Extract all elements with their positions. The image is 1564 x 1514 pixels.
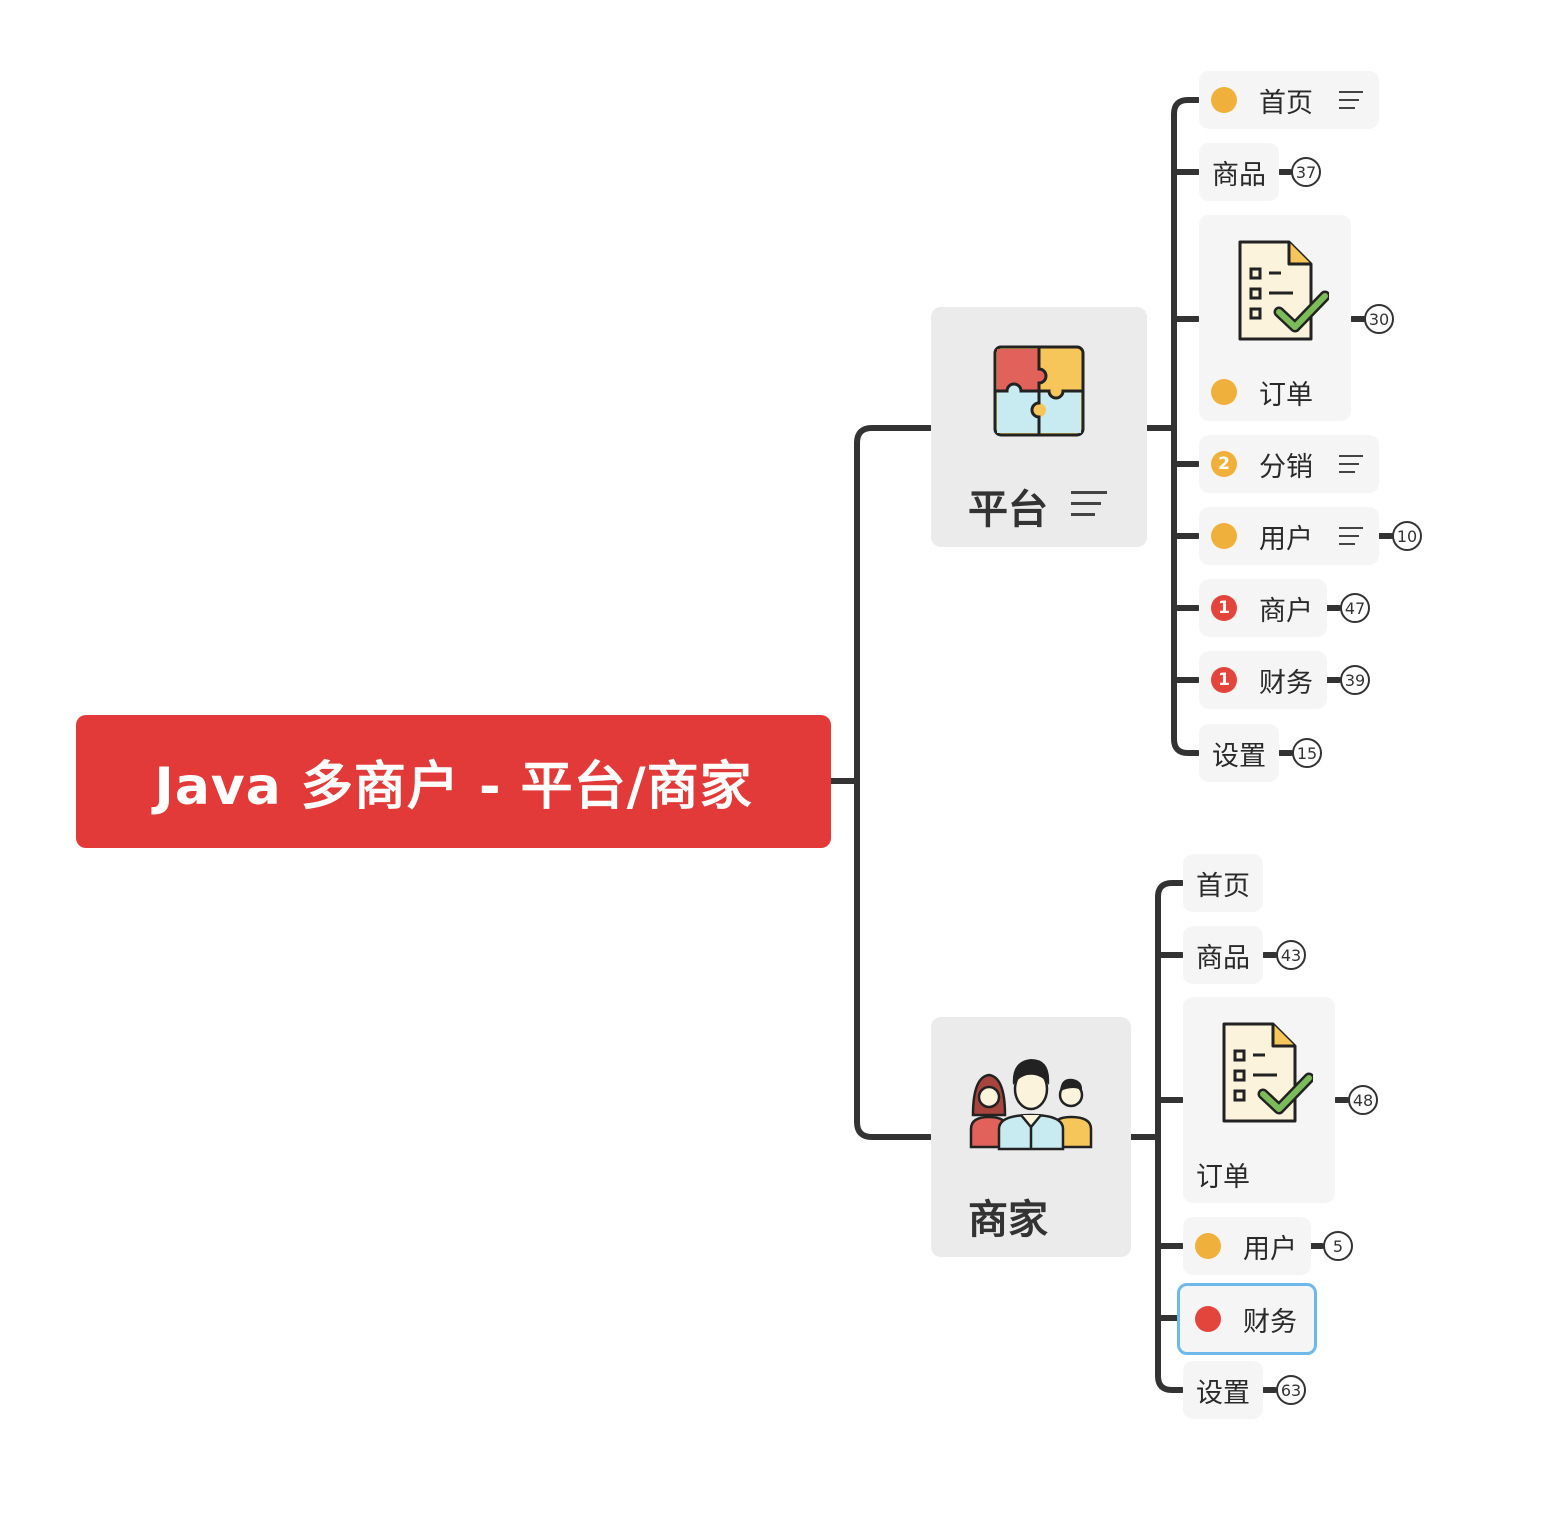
child-count-badge[interactable]: 15	[1292, 738, 1322, 768]
topic-platform-merchants[interactable]: 1 商户	[1199, 579, 1327, 637]
topic-merchant-finance[interactable]: 财务	[1177, 1283, 1317, 1355]
topic-platform-finance[interactable]: 1 财务	[1199, 651, 1327, 709]
notes-icon	[1339, 91, 1363, 111]
topic-platform-distribution[interactable]: 2 分销	[1199, 435, 1379, 493]
child-count-badge[interactable]: 30	[1364, 304, 1394, 334]
notes-icon	[1071, 491, 1107, 517]
topic-label: 商品	[1212, 159, 1266, 191]
root-title: Java 多商户 - 平台/商家	[154, 757, 753, 817]
branch-platform-label: 平台	[968, 487, 1048, 533]
topic-platform-products[interactable]: 商品	[1199, 143, 1279, 201]
topic-label: 商户	[1259, 595, 1313, 627]
child-count-badge[interactable]: 37	[1291, 157, 1321, 187]
topic-label: 商品	[1196, 942, 1250, 974]
child-count-badge[interactable]: 39	[1340, 665, 1370, 695]
topic-platform-settings[interactable]: 设置	[1199, 724, 1279, 782]
branch-platform[interactable]: 平台	[931, 307, 1147, 547]
yellow-dot-marker	[1211, 87, 1237, 113]
priority-2-icon: 2	[1211, 451, 1237, 477]
topic-merchant-orders[interactable]: 订单	[1183, 997, 1335, 1203]
priority-1-icon: 1	[1211, 595, 1237, 621]
topic-label: 设置	[1196, 1377, 1250, 1409]
yellow-dot-marker	[1211, 379, 1237, 405]
branch-merchant[interactable]: 商家	[931, 1017, 1131, 1257]
yellow-dot-marker	[1211, 523, 1237, 549]
notes-icon	[1339, 527, 1363, 547]
child-count-badge[interactable]: 43	[1276, 940, 1306, 970]
topic-label: 设置	[1212, 740, 1266, 772]
topic-label: 用户	[1243, 1233, 1297, 1265]
root-topic[interactable]: Java 多商户 - 平台/商家	[76, 715, 831, 848]
topic-label: 分销	[1259, 451, 1313, 483]
child-count-badge[interactable]: 63	[1276, 1375, 1306, 1405]
topic-merchant-home[interactable]: 首页	[1183, 854, 1263, 912]
checklist-icon	[1222, 1022, 1313, 1123]
child-count-badge[interactable]: 10	[1392, 521, 1422, 551]
topic-platform-home[interactable]: 首页	[1199, 71, 1379, 129]
yellow-dot-marker	[1195, 1233, 1221, 1259]
notes-icon	[1339, 455, 1363, 475]
topic-label: 订单	[1259, 379, 1313, 411]
topic-label: 财务	[1259, 667, 1313, 699]
team-icon	[969, 1059, 1093, 1151]
topic-merchant-products[interactable]: 商品	[1183, 926, 1263, 984]
topic-merchant-users[interactable]: 用户	[1183, 1217, 1311, 1275]
topic-label: 用户	[1259, 523, 1313, 555]
red-dot-marker	[1195, 1306, 1221, 1332]
puzzle-icon	[993, 345, 1085, 437]
topic-label: 首页	[1259, 87, 1313, 119]
topic-platform-orders[interactable]: 订单	[1199, 215, 1351, 421]
topic-label: 订单	[1196, 1161, 1250, 1193]
topic-label: 首页	[1196, 870, 1250, 902]
priority-1-icon: 1	[1211, 667, 1237, 693]
topic-merchant-settings[interactable]: 设置	[1183, 1361, 1263, 1419]
branch-merchant-label: 商家	[968, 1197, 1048, 1243]
topic-platform-users[interactable]: 用户	[1199, 507, 1379, 565]
child-count-badge[interactable]: 47	[1340, 593, 1370, 623]
topic-label: 财务	[1243, 1306, 1297, 1338]
child-count-badge[interactable]: 5	[1323, 1231, 1353, 1261]
checklist-icon	[1238, 240, 1329, 341]
child-count-badge[interactable]: 48	[1348, 1085, 1378, 1115]
